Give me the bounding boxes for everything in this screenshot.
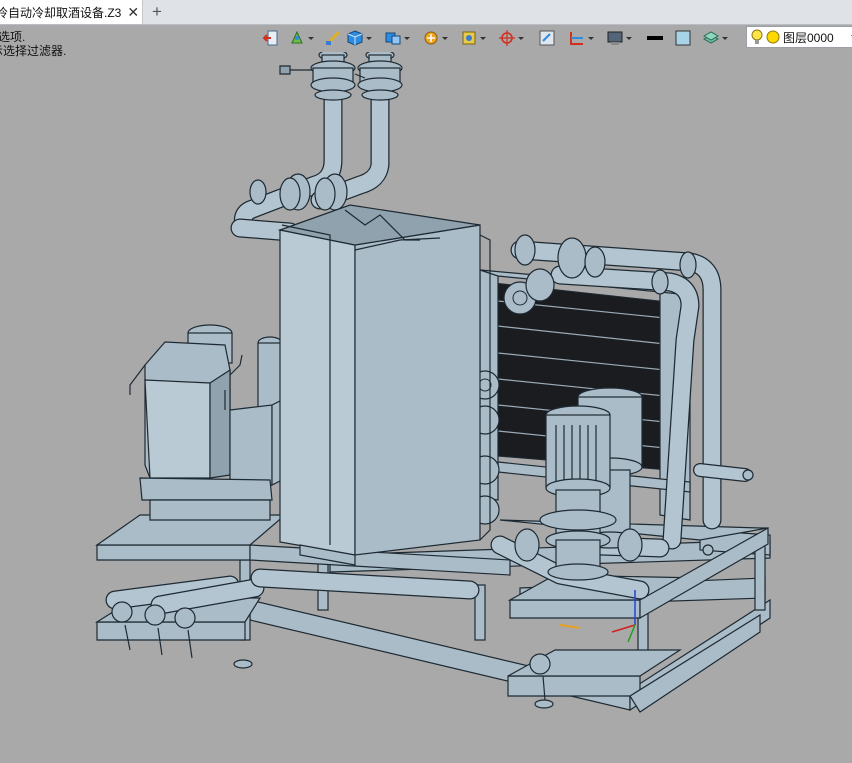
- snap-button[interactable]: [538, 27, 556, 49]
- face-color-icon: [675, 30, 691, 46]
- layer-visibility-icon: [702, 31, 720, 44]
- display-mode-button[interactable]: [384, 27, 410, 49]
- view-cube-button[interactable]: [346, 27, 372, 49]
- shading-button[interactable]: [324, 27, 342, 49]
- pick-icon: [499, 30, 515, 46]
- line-color-button[interactable]: [646, 27, 664, 49]
- zoom-fit-button[interactable]: [422, 27, 448, 49]
- exit-button[interactable]: [262, 27, 280, 49]
- compressor-unit: [129, 324, 283, 521]
- filter-icon: [462, 31, 476, 45]
- view-cube-icon: [347, 30, 363, 46]
- display-mode-icon: [385, 32, 401, 45]
- new-tab-button[interactable]: +: [148, 2, 166, 22]
- filter-button[interactable]: [460, 27, 486, 49]
- paint-icon: [291, 30, 303, 44]
- document-tab[interactable]: 冷自动冷却取酒设备.Z3 ✕: [0, 0, 143, 24]
- close-icon[interactable]: ✕: [127, 5, 139, 19]
- shading-icon: [325, 30, 341, 46]
- layer-select[interactable]: 图层0000: [746, 26, 852, 48]
- equipment-model: .m { fill:#aabcc8; stroke:#1e2a33; strok…: [94, 49, 771, 713]
- main-tank: [277, 204, 491, 566]
- paint-button[interactable]: [288, 27, 314, 49]
- line-color-icon: [647, 36, 663, 40]
- section-icon: [570, 32, 583, 45]
- zoom-fit-icon: [424, 31, 438, 45]
- layer-visibility-button[interactable]: [702, 27, 728, 49]
- snap-icon: [539, 30, 555, 46]
- face-color-button[interactable]: [674, 27, 692, 49]
- document-tab-title: 冷自动冷却取酒设备.Z3: [0, 5, 122, 20]
- model-viewport[interactable]: .m { fill:#aabcc8; stroke:#1e2a33; strok…: [0, 49, 852, 758]
- background-button[interactable]: [606, 27, 632, 49]
- layer-color-icon: [766, 30, 780, 44]
- lightbulb-icon[interactable]: [750, 29, 764, 45]
- pick-button[interactable]: [498, 27, 524, 49]
- document-tab-bar: 冷自动冷却取酒设备.Z3 ✕ +: [0, 0, 852, 25]
- command-prompt-line-1: 选项.: [0, 30, 26, 44]
- layer-name: 图层0000: [783, 30, 834, 45]
- view-toolbar: [262, 26, 732, 50]
- section-button[interactable]: [568, 27, 594, 49]
- background-icon: [607, 31, 623, 45]
- exit-icon: [262, 30, 278, 46]
